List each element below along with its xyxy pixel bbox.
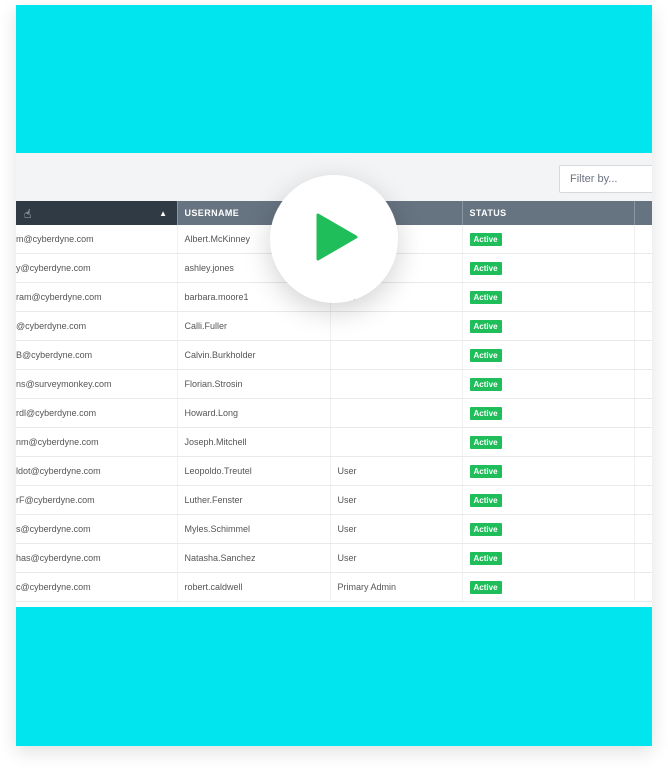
status-badge: Active [469, 435, 502, 449]
column-header-email[interactable]: ☝ ▲ [16, 201, 178, 225]
cell-extra [634, 572, 652, 602]
table-row[interactable]: B@cyberdyne.com Calvin.Burkholder Active [16, 340, 652, 370]
cell-extra [634, 225, 652, 254]
table-row[interactable]: c@cyberdyne.com robert.caldwell Primary Ad… [16, 572, 652, 602]
cell-email: ldot@cyberdyne.com [16, 456, 178, 486]
status-badge: Active [469, 580, 502, 594]
status-badge: Active [469, 290, 502, 304]
status-badge: Active [469, 232, 502, 246]
status-badge: Active [469, 319, 502, 333]
cell-username: Calli.Fuller [177, 311, 331, 341]
cell-extra [634, 514, 652, 544]
cell-extra [634, 282, 652, 312]
video-card: ☝ ▲ USERNAME ROLE STATUS m@cyberdyne.com… [16, 5, 652, 746]
cell-email: has@cyberdyne.com [16, 543, 178, 573]
cell-email: s@cyberdyne.com [16, 514, 178, 544]
table-row[interactable]: has@cyberdyne.com Natasha.Sanchez User Acti… [16, 543, 652, 573]
cell-status: Active [462, 485, 635, 515]
cell-email: B@cyberdyne.com [16, 340, 178, 370]
cell-status: Active [462, 543, 635, 573]
play-icon [316, 213, 358, 261]
cell-status: Active [462, 456, 635, 486]
cell-username: Leopoldo.Treutel [177, 456, 331, 486]
cell-status: Active [462, 225, 635, 254]
sort-ascending-icon: ▲ [159, 209, 168, 218]
cell-status: Active [462, 369, 635, 399]
column-header-extra [634, 201, 652, 225]
column-header-status[interactable]: STATUS [462, 201, 635, 225]
cell-email: ns@surveymonkey.com [16, 369, 178, 399]
cell-email: y@cyberdyne.com [16, 253, 178, 283]
cell-email: c@cyberdyne.com [16, 572, 178, 602]
cell-username: robert.caldwell [177, 572, 331, 602]
status-badge: Active [469, 348, 502, 362]
cell-extra [634, 427, 652, 457]
cursor-icon: ☝ [24, 207, 32, 221]
cell-role [330, 398, 463, 428]
table-row[interactable]: rdl@cyberdyne.com Howard.Long Active [16, 398, 652, 428]
cell-role: Primary Admin [330, 572, 463, 602]
play-button[interactable] [270, 175, 398, 303]
cell-username: Florian.Strosin [177, 369, 331, 399]
cell-email: rF@cyberdyne.com [16, 485, 178, 515]
table-row[interactable]: @cyberdyne.com Calli.Fuller Active [16, 311, 652, 341]
cell-extra [634, 456, 652, 486]
cell-extra [634, 543, 652, 573]
cell-email: nm@cyberdyne.com [16, 427, 178, 457]
status-badge: Active [469, 551, 502, 565]
cell-role [330, 340, 463, 370]
cell-status: Active [462, 514, 635, 544]
status-badge: Active [469, 464, 502, 478]
cell-username: Calvin.Burkholder [177, 340, 331, 370]
status-badge: Active [469, 377, 502, 391]
cell-status: Active [462, 311, 635, 341]
cell-role: User [330, 456, 463, 486]
table-row[interactable]: s@cyberdyne.com Myles.Schimmel User Active [16, 514, 652, 544]
table-row[interactable]: nm@cyberdyne.com Joseph.Mitchell Active [16, 427, 652, 457]
status-badge: Active [469, 493, 502, 507]
cell-extra [634, 253, 652, 283]
cell-email: @cyberdyne.com [16, 311, 178, 341]
cell-extra [634, 485, 652, 515]
cell-status: Active [462, 282, 635, 312]
cell-role: User [330, 543, 463, 573]
cell-role [330, 311, 463, 341]
cell-username: Joseph.Mitchell [177, 427, 331, 457]
cell-role: User [330, 514, 463, 544]
table-row[interactable]: rF@cyberdyne.com Luther.Fenster User Active [16, 485, 652, 515]
cell-username: Luther.Fenster [177, 485, 331, 515]
cell-email: ram@cyberdyne.com [16, 282, 178, 312]
cell-extra [634, 369, 652, 399]
cell-email: m@cyberdyne.com [16, 225, 178, 254]
cell-extra [634, 398, 652, 428]
cell-email: rdl@cyberdyne.com [16, 398, 178, 428]
cell-status: Active [462, 572, 635, 602]
cell-status: Active [462, 398, 635, 428]
cell-status: Active [462, 427, 635, 457]
cell-username: Myles.Schimmel [177, 514, 331, 544]
table-row[interactable]: ldot@cyberdyne.com Leopoldo.Treutel User Ac… [16, 456, 652, 486]
cell-extra [634, 340, 652, 370]
cell-extra [634, 311, 652, 341]
cell-role [330, 369, 463, 399]
cell-username: Natasha.Sanchez [177, 543, 331, 573]
cell-role [330, 427, 463, 457]
status-badge: Active [469, 406, 502, 420]
cell-username: Howard.Long [177, 398, 331, 428]
status-badge: Active [469, 261, 502, 275]
filter-input[interactable] [559, 165, 652, 193]
status-badge: Active [469, 522, 502, 536]
cell-status: Active [462, 253, 635, 283]
cell-role: User [330, 485, 463, 515]
cell-status: Active [462, 340, 635, 370]
table-row[interactable]: ns@surveymonkey.com Florian.Strosin Active [16, 369, 652, 399]
